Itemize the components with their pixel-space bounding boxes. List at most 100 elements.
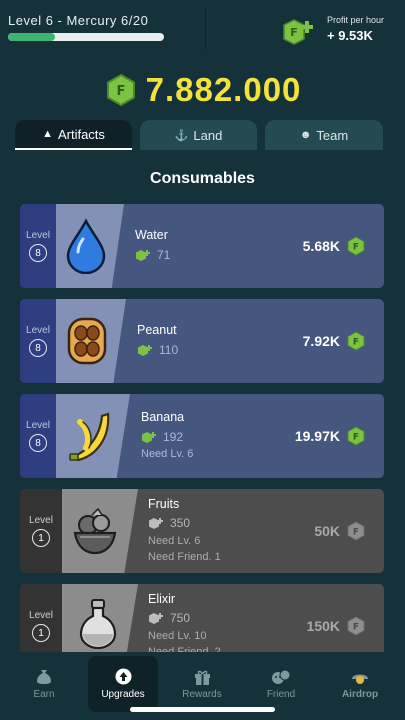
banana-icon: [69, 412, 110, 462]
item-name: Fruits: [148, 497, 180, 511]
item-profit: 71: [135, 248, 170, 262]
item-profit: 750: [148, 611, 190, 625]
upgrade-card-fruits[interactable]: Level 1 Fruits 350 Need Lv. 6 Need Frien…: [20, 489, 384, 573]
item-price[interactable]: 150K F: [307, 616, 366, 636]
level-label: Level: [26, 325, 50, 336]
nav-friend[interactable]: Friend: [246, 656, 316, 712]
level-progress-fill: [8, 33, 55, 41]
tab-label: Land: [193, 127, 223, 143]
arrow-up-circle-icon: [115, 668, 131, 685]
item-price-value: 50K: [314, 523, 340, 539]
balance-value: 7.882.000: [145, 71, 302, 108]
helmet-icon: ▲: [42, 128, 53, 140]
item-name: Peanut: [137, 323, 177, 337]
top-divider: [205, 8, 206, 50]
nav-airdrop[interactable]: Airdrop: [325, 656, 395, 712]
nav-earn[interactable]: Earn: [9, 656, 79, 712]
item-price[interactable]: 5.68K F: [303, 236, 366, 256]
nav-label: Upgrades: [101, 689, 145, 700]
profit-coin-icon: [138, 344, 152, 356]
level-progress-bar: [8, 33, 164, 41]
coin-letter: F: [353, 623, 359, 633]
level-badge: Level 1: [20, 489, 62, 573]
level-number: 1: [32, 624, 50, 642]
item-profit: 110: [137, 343, 178, 357]
tab-label: Artifacts: [57, 126, 105, 142]
nav-label: Airdrop: [341, 688, 379, 700]
item-price[interactable]: 50K F: [314, 521, 366, 541]
level-number: 8: [29, 244, 47, 262]
section-title: Consumables: [150, 170, 255, 187]
profit-coin-icon: [142, 431, 156, 443]
item-price-value: 5.68K: [302, 238, 340, 254]
item-profit-value: 71: [157, 248, 171, 262]
item-profit-value: 750: [170, 611, 191, 625]
item-price-value: 19.97K: [294, 428, 340, 444]
item-name: Elixir: [148, 592, 176, 606]
coin-icon: F: [347, 331, 365, 351]
face-icon: ☻: [299, 129, 312, 141]
item-profit: 192: [141, 430, 183, 444]
nav-label: Rewards: [182, 688, 222, 700]
top-bar: Level 6 - Mercury 6/20 F Profit per hour…: [0, 0, 405, 60]
level-status-text[interactable]: Level 6 - Mercury 6/20: [8, 13, 148, 28]
level-number: 1: [32, 529, 50, 547]
friends-icon: [272, 669, 290, 684]
nav-rewards[interactable]: Rewards: [167, 656, 237, 712]
nav-label: Friend: [266, 688, 296, 700]
level-label: Level: [26, 230, 50, 241]
upgrade-card-banana[interactable]: Level 8 Banana 192 Need Lv. 6 19.97K F: [20, 394, 384, 478]
coin-letter: F: [353, 338, 359, 348]
level-badge: Level 8: [20, 299, 56, 383]
coin-letter: F: [353, 243, 359, 253]
airdrop-icon: [352, 674, 368, 684]
tab-artifacts[interactable]: ▲ Artifacts: [15, 120, 132, 150]
tab-label: Team: [316, 127, 349, 143]
level-label: Level: [29, 515, 53, 526]
level-number: 8: [29, 339, 47, 357]
coin-letter: F: [353, 528, 359, 538]
upgrade-card-peanut[interactable]: Level 8 Peanut 110 7.92K F: [20, 299, 384, 383]
tab-team[interactable]: ☻ Team: [265, 120, 383, 150]
level-badge: Level 8: [20, 204, 56, 288]
upgrade-card-water[interactable]: Level 8 Water 71 5.68K F: [20, 204, 384, 288]
coin-icon: F: [347, 616, 365, 636]
fruit-bowl-icon: [73, 507, 117, 555]
item-price[interactable]: 7.92K F: [303, 331, 366, 351]
level-badge: Level 8: [20, 394, 56, 478]
item-price-value: 7.92K: [302, 333, 340, 349]
level-label: Level: [29, 610, 53, 621]
item-requirement: Need Lv. 10: [148, 630, 207, 642]
water-drop-icon: [66, 218, 106, 274]
item-name: Banana: [141, 410, 185, 424]
profit-coin-icon: [136, 249, 150, 261]
nav-upgrades[interactable]: Upgrades: [88, 656, 158, 712]
item-profit-value: 350: [170, 516, 191, 530]
item-price[interactable]: 19.97K F: [295, 426, 366, 446]
profit-coin-plus-icon[interactable]: F: [280, 17, 318, 47]
profit-per-hour-label: Profit per hour: [327, 15, 385, 25]
nav-label: Earn: [33, 689, 55, 700]
money-bag-icon: [37, 670, 51, 684]
item-requirement: Need Friend. 1: [148, 551, 221, 563]
home-indicator: [130, 707, 275, 712]
potion-bottle-icon: [79, 599, 117, 650]
gift-icon: [194, 670, 210, 685]
coin-icon: F: [347, 426, 365, 446]
profit-coin-icon: [149, 517, 163, 529]
profit-coin-icon: [149, 612, 163, 624]
balance-display: F 7.882.000: [0, 70, 405, 110]
coin-letter: F: [116, 84, 125, 99]
peanut-icon: [67, 317, 107, 365]
item-profit-value: 192: [163, 430, 184, 444]
profit-per-hour-value: + 9.53K: [327, 28, 373, 43]
level-number: 8: [29, 434, 47, 452]
item-requirement: Need Lv. 6: [148, 535, 201, 547]
item-name: Water: [135, 228, 168, 242]
tab-land[interactable]: ⚓ Land: [140, 120, 257, 150]
item-profit-value: 110: [159, 343, 179, 357]
item-price-value: 150K: [306, 618, 340, 634]
coin-letter: F: [353, 433, 359, 443]
anchor-icon: ⚓: [174, 129, 189, 142]
category-tabs: ▲ Artifacts ⚓ Land ☻ Team: [15, 120, 383, 150]
